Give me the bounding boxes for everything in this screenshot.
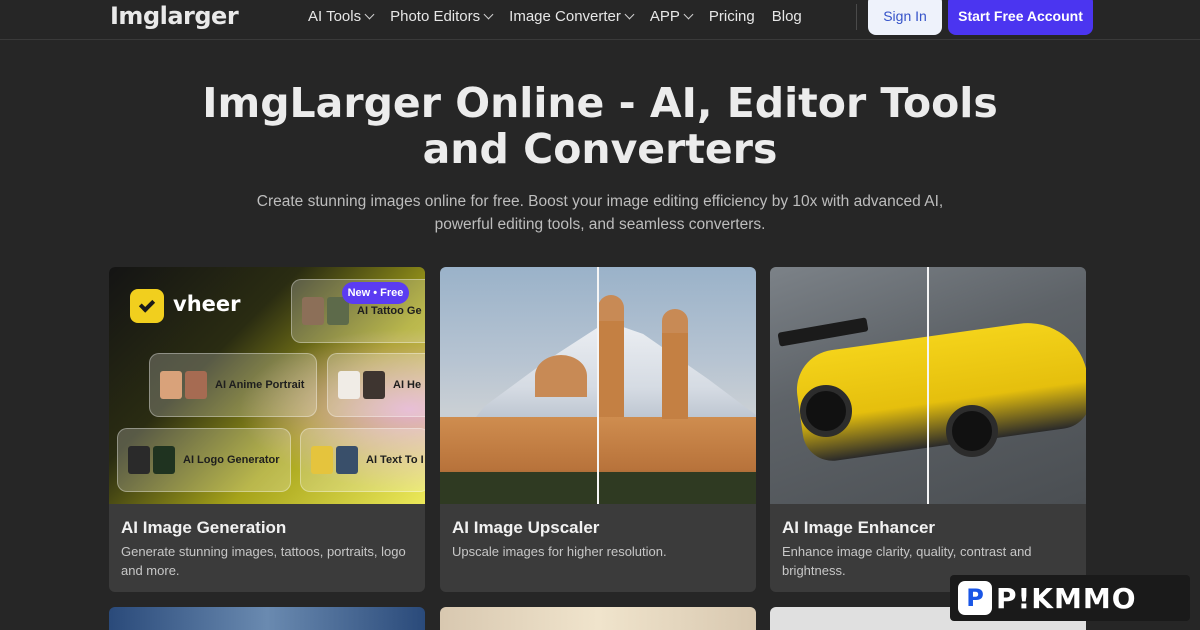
pikmmo-logo-icon: P: [958, 581, 992, 615]
card-image-church-mountain: [440, 267, 756, 504]
main-nav: AI Tools Photo Editors Image Converter A…: [308, 0, 819, 32]
nav-label: APP: [649, 7, 680, 25]
chevron-down-icon: [683, 9, 694, 19]
start-free-account-button[interactable]: Start Free Account: [948, 0, 1093, 35]
page-title: ImgLarger Online - AI, Editor Tools and …: [200, 80, 1000, 172]
chevron-down-icon: [483, 9, 494, 19]
card-title: AI Image Generation: [121, 518, 287, 537]
card-peek-portrait[interactable]: [440, 607, 756, 630]
watermark-text: P!KMMO: [996, 581, 1137, 615]
promo-tile-label: AI Anime Portrait: [215, 379, 305, 391]
nav-label: Image Converter: [509, 7, 621, 25]
nav-label: Pricing: [708, 7, 755, 25]
nav-item-blog[interactable]: Blog: [772, 8, 802, 25]
sign-in-button[interactable]: Sign In: [868, 0, 942, 35]
promo-tile-logo-generator: AI Logo Generator: [117, 428, 291, 492]
promo-tile-label: AI He: [393, 379, 422, 391]
church-dome: [535, 355, 587, 397]
card-ai-image-enhancer[interactable]: AI Image Enhancer Enhance image clarity,…: [770, 267, 1086, 592]
card-image-vheer-promo: vheer AI Tattoo Ge New • Free AI Anime P…: [109, 267, 425, 504]
church-dome: [598, 295, 624, 321]
card-title: AI Image Upscaler: [452, 518, 600, 537]
comparison-divider[interactable]: [597, 267, 599, 504]
nav-item-ai-tools[interactable]: AI Tools: [308, 7, 375, 25]
card-description: Upscale images for higher resolution.: [452, 544, 667, 559]
nav-label: Blog: [771, 7, 802, 25]
card-ai-image-upscaler[interactable]: AI Image Upscaler Upscale images for hig…: [440, 267, 756, 592]
promo-tile-headshot: AI He: [327, 353, 425, 417]
top-navbar: Imglarger AI Tools Photo Editors Image C…: [0, 0, 1200, 40]
page-subtitle: Create stunning images online for free. …: [240, 190, 960, 236]
nav-item-image-converter[interactable]: Image Converter: [509, 7, 635, 25]
comparison-divider[interactable]: [927, 267, 929, 504]
promo-tile-label: AI Text To I: [366, 454, 424, 466]
card-peek-starry-night[interactable]: [109, 607, 425, 630]
imglarger-logo[interactable]: Imglarger: [110, 2, 239, 30]
nav-item-app[interactable]: APP: [649, 7, 694, 25]
card-ai-image-generation[interactable]: vheer AI Tattoo Ge New • Free AI Anime P…: [109, 267, 425, 592]
card-title: AI Image Enhancer: [782, 518, 936, 537]
promo-tile-label: AI Logo Generator: [183, 454, 280, 466]
car-wheel: [946, 405, 998, 457]
card-image-race-car: [770, 267, 1086, 504]
chevron-down-icon: [624, 9, 635, 19]
nav-label: Photo Editors: [390, 7, 481, 25]
car-wheel: [800, 385, 852, 437]
church-dome: [662, 309, 688, 333]
nav-item-photo-editors[interactable]: Photo Editors: [390, 7, 494, 25]
church-tower: [598, 317, 624, 417]
page-subtitle-line2: powerful editing tools, and seamless con…: [434, 216, 766, 233]
promo-tile-anime-portrait: AI Anime Portrait: [149, 353, 317, 417]
promo-tile-label: AI Tattoo Ge: [357, 305, 422, 317]
nav-item-pricing[interactable]: Pricing: [709, 8, 755, 25]
pikmmo-watermark: P P!KMMO: [950, 575, 1190, 621]
new-free-badge: New • Free: [342, 282, 409, 304]
vheer-logo-icon: [130, 289, 164, 323]
church-tower: [662, 329, 688, 419]
card-description: Generate stunning images, tattoos, portr…: [121, 544, 406, 578]
page-title-line1: ImgLarger Online - AI, Editor Tools: [202, 79, 998, 127]
page-title-line2: and Converters: [422, 125, 778, 173]
page-subtitle-line1: Create stunning images online for free. …: [256, 193, 944, 210]
promo-tile-text-to-image: AI Text To I: [300, 428, 425, 492]
vheer-brand-name: vheer: [173, 292, 241, 316]
chevron-down-icon: [364, 9, 375, 19]
nav-label: AI Tools: [308, 7, 362, 25]
nav-divider: [856, 4, 857, 30]
